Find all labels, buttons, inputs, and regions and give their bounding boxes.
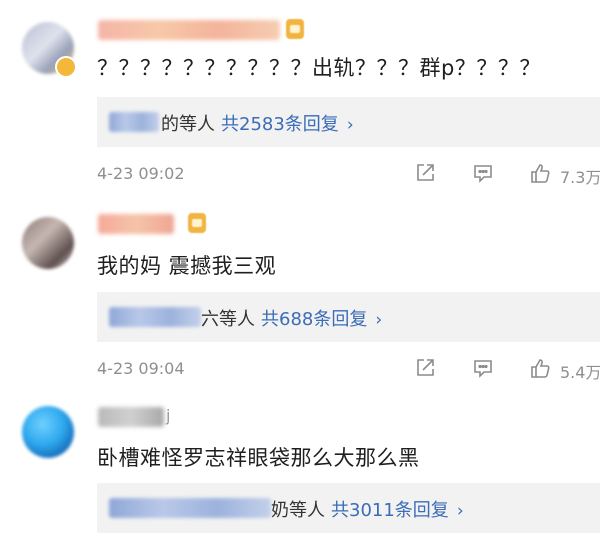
reply-summary[interactable]: 六等人 共688条回复 › [97, 292, 600, 342]
share-icon[interactable] [414, 162, 436, 184]
comment-item: 我的妈 震撼我三观 六等人 共688条回复 › 4-23 09:04 5.4万 [0, 195, 600, 390]
reply-summary-text: 奶等人 共3011条回复 › [271, 496, 464, 522]
reply-summary[interactable]: 的等人 共2583条回复 › [97, 97, 600, 147]
comment-item: j 卧槽难怪罗志祥眼袋那么大那么黑 奶等人 共3011条回复 › [0, 390, 600, 537]
timestamp: 4-23 09:04 [97, 359, 185, 378]
comment-icon[interactable] [472, 357, 494, 379]
reply-summary[interactable]: 奶等人 共3011条回复 › [97, 483, 600, 533]
like-count: 7.3万 [560, 168, 600, 187]
username-tail: j [166, 406, 171, 425]
comment-icon[interactable] [472, 162, 494, 184]
thumbs-up-icon[interactable] [529, 162, 551, 184]
reply-count: 共2583条回复 [221, 114, 339, 135]
comment-meta: 4-23 09:04 5.4万 [0, 357, 600, 382]
reply-usernames [109, 112, 159, 132]
comment-text: 我的妈 震撼我三观 [97, 254, 277, 278]
reply-usernames [109, 498, 271, 518]
reply-suffix: 六等人 [201, 309, 255, 330]
like-count: 5.4万 [560, 363, 600, 382]
reply-summary-text: 六等人 共688条回复 › [201, 305, 382, 331]
comment-item: ？？？？？？？？？？出轨？？？群p？？？？ 的等人 共2583条回复 › 4-23 … [0, 0, 600, 195]
timestamp: 4-23 09:02 [97, 164, 185, 183]
username[interactable] [98, 20, 280, 40]
thumbs-up-icon[interactable] [529, 357, 551, 379]
member-badge-icon [188, 213, 206, 233]
reply-count: 共3011条回复 [331, 500, 449, 521]
comment-text: 卧槽难怪罗志祥眼袋那么大那么黑 [97, 446, 420, 470]
avatar[interactable] [22, 406, 74, 458]
reply-usernames [109, 307, 201, 327]
username[interactable] [98, 407, 164, 427]
reply-suffix: 的等人 [161, 114, 215, 135]
reply-summary-text: 的等人 共2583条回复 › [161, 110, 354, 136]
comment-text: ？？？？？？？？？？出轨？？？群p？？？？ [97, 56, 541, 80]
share-icon[interactable] [414, 357, 436, 379]
vip-badge-icon [55, 56, 77, 78]
avatar[interactable] [22, 217, 74, 269]
chevron-right-icon: › [375, 310, 383, 330]
comment-meta: 4-23 09:02 7.3万 [0, 162, 600, 187]
member-badge-icon [286, 19, 304, 39]
chevron-right-icon: › [346, 115, 354, 135]
chevron-right-icon: › [456, 501, 464, 521]
reply-count: 共688条回复 [261, 309, 368, 330]
reply-suffix: 奶等人 [271, 500, 325, 521]
username[interactable] [98, 214, 174, 234]
